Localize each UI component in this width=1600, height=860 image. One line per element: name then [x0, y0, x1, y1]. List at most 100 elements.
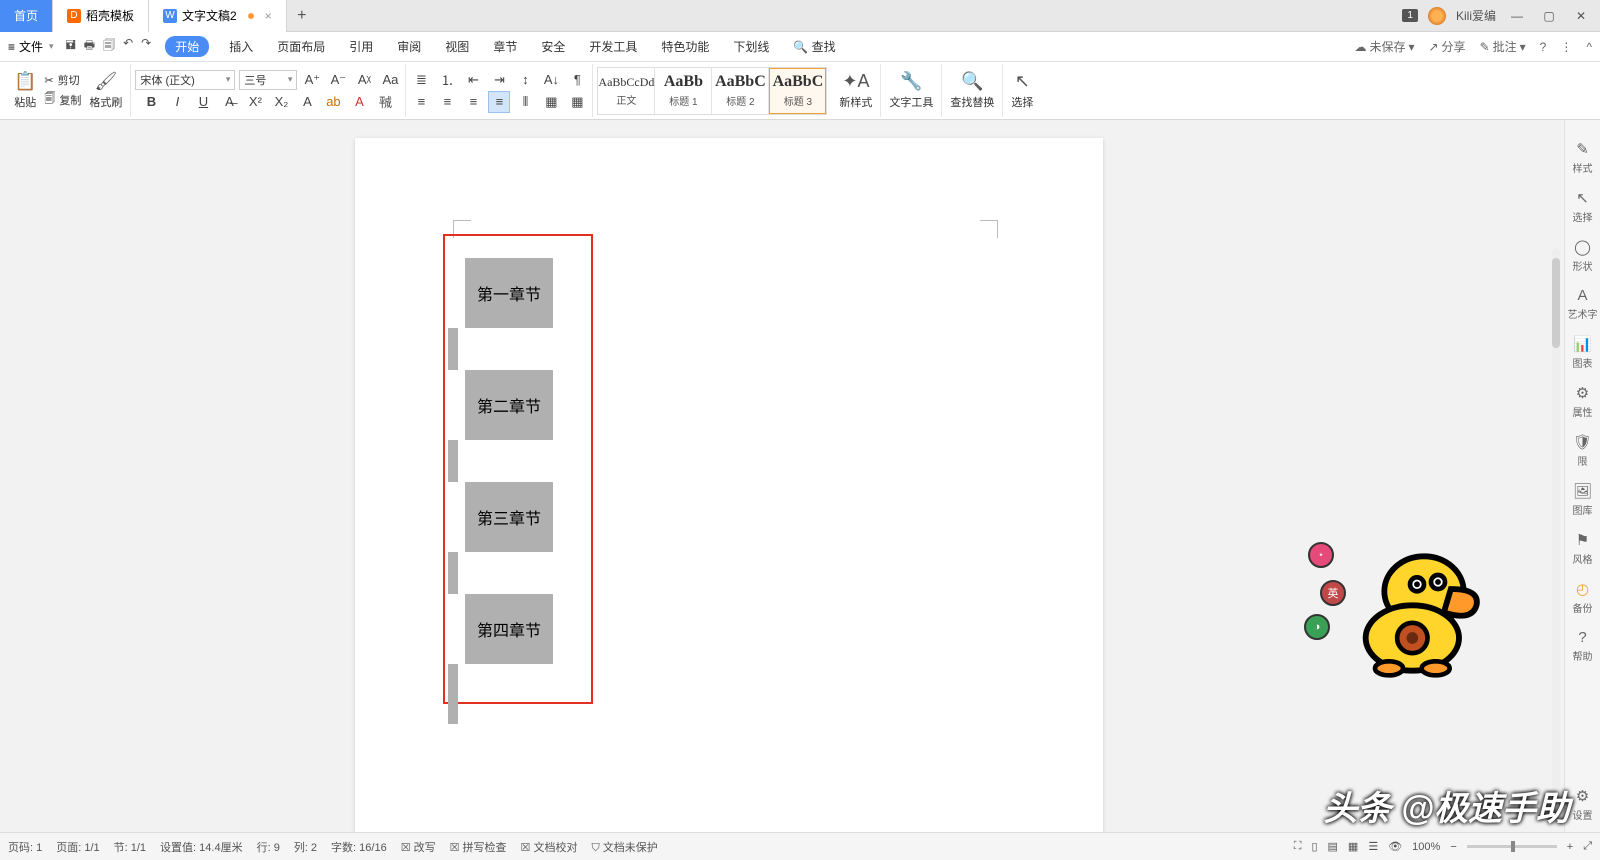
tab-search[interactable]: 🔍 查找 — [789, 36, 839, 57]
tab-home[interactable]: 首页 — [0, 0, 53, 32]
style-h2[interactable]: AaBbC标题 2 — [712, 68, 769, 114]
style-gallery[interactable]: AaBbCcDd正文 AaBb标题 1 AaBbC标题 2 AaBbC标题 3 — [597, 67, 827, 115]
help-icon[interactable]: ? — [1540, 40, 1547, 54]
change-case-button[interactable]: Aa — [379, 69, 401, 91]
align-justify-button[interactable]: ≡ — [488, 91, 510, 113]
find-replace-button[interactable]: 🔍查找替换 — [946, 69, 998, 112]
status-spell[interactable]: ☒ 拼写检查 — [450, 839, 507, 855]
side-help[interactable]: ?帮助 — [1573, 629, 1593, 663]
text-effects-button[interactable]: A — [296, 91, 318, 113]
outline-mode-icon[interactable]: ☰ — [1368, 840, 1378, 853]
sort-button[interactable]: A↓ — [540, 69, 562, 91]
zoom-out-button[interactable]: − — [1450, 841, 1456, 853]
document-canvas[interactable]: 第一章节 第二章节 第三章节 第四章节 ﹡ 英 ◑ — [0, 120, 1600, 832]
side-style[interactable]: ✎样式 — [1573, 140, 1593, 175]
side-settings[interactable]: ⚙设置 — [1573, 787, 1593, 822]
subscript-button[interactable]: X₂ — [270, 91, 292, 113]
page[interactable]: 第一章节 第二章节 第三章节 第四章节 — [355, 138, 1103, 832]
tab-insert[interactable]: 插入 — [225, 36, 257, 57]
tab-security[interactable]: 安全 — [537, 36, 569, 57]
ime-bubble-1[interactable]: ﹡ — [1308, 542, 1334, 568]
tab-start[interactable]: 开始 — [165, 36, 209, 57]
side-select[interactable]: ↖选择 — [1573, 189, 1593, 224]
maximize-button[interactable]: ▢ — [1538, 5, 1560, 27]
cut-button[interactable]: ✂ 剪切 — [44, 72, 81, 88]
border-button[interactable]: ▦ — [566, 91, 588, 113]
zoom-in-button[interactable]: + — [1567, 841, 1573, 853]
new-style-button[interactable]: ✦A新样式 — [835, 69, 876, 112]
highlight-button[interactable]: ab — [322, 91, 344, 113]
underline-button[interactable]: U — [192, 91, 214, 113]
strike-button[interactable]: A̶ — [218, 91, 240, 113]
status-col[interactable]: 列: 2 — [294, 839, 317, 855]
eye-icon[interactable]: 👁 — [1388, 840, 1402, 853]
tab-features[interactable]: 特色功能 — [657, 36, 713, 57]
status-protect[interactable]: ⛉ 文档未保护 — [591, 839, 657, 855]
tab-devtools[interactable]: 开发工具 — [585, 36, 641, 57]
tab-docell[interactable]: D 稻壳模板 — [53, 0, 149, 32]
distribute-button[interactable]: ⫴ — [514, 91, 536, 113]
superscript-button[interactable]: X² — [244, 91, 266, 113]
read-mode-icon[interactable]: ▯ — [1311, 840, 1317, 853]
clear-format-button[interactable]: Aᵡ — [353, 69, 375, 91]
status-page[interactable]: 页码: 1 — [8, 839, 42, 855]
indent-button[interactable]: ⇥ — [488, 69, 510, 91]
text-tools-button[interactable]: 🔧文字工具 — [885, 69, 937, 112]
phonetic-button[interactable]: ㍻ — [374, 91, 396, 113]
tab-underline[interactable]: 下划线 — [729, 36, 773, 57]
font-color-button[interactable]: A — [348, 91, 370, 113]
status-section[interactable]: 节: 1/1 — [114, 839, 146, 855]
side-style2[interactable]: ⚑风格 — [1573, 531, 1593, 566]
new-tab-button[interactable]: + — [287, 7, 317, 25]
minimize-button[interactable]: — — [1506, 5, 1528, 27]
print-icon[interactable]: 🖶 — [84, 36, 95, 57]
style-h1[interactable]: AaBb标题 1 — [655, 68, 712, 114]
bullets-button[interactable]: ≣ — [410, 69, 432, 91]
tab-pagelayout[interactable]: 页面布局 — [273, 36, 329, 57]
close-button[interactable]: ✕ — [1570, 5, 1592, 27]
page-mode-icon[interactable]: ▤ — [1328, 840, 1338, 853]
show-marks-button[interactable]: ¶ — [566, 69, 588, 91]
status-overwrite[interactable]: ☒ 改写 — [401, 839, 436, 855]
ime-bubble-3[interactable]: ◑ — [1304, 614, 1330, 640]
chapter-2[interactable]: 第二章节 — [465, 370, 553, 440]
collapse-ribbon-icon[interactable]: ^ — [1586, 40, 1592, 54]
paste-button[interactable]: 📋粘贴 — [10, 69, 40, 112]
style-h3[interactable]: AaBbC标题 3 — [769, 68, 826, 114]
shrink-font-button[interactable]: A⁻ — [327, 69, 349, 91]
fit-button[interactable]: ⤢ — [1583, 840, 1592, 853]
line-spacing-button[interactable]: ↕ — [514, 69, 536, 91]
chapter-1[interactable]: 第一章节 — [465, 258, 553, 328]
style-normal[interactable]: AaBbCcDd正文 — [598, 68, 655, 114]
status-pages[interactable]: 页面: 1/1 — [56, 839, 99, 855]
side-wordart[interactable]: A艺术字 — [1568, 287, 1598, 321]
side-gallery[interactable]: 🖼图库 — [1573, 482, 1593, 517]
tab-refs[interactable]: 引用 — [345, 36, 377, 57]
shading-button[interactable]: ▦ — [540, 91, 562, 113]
scroll-thumb[interactable] — [1552, 258, 1560, 348]
side-limit[interactable]: 🛡限 — [1573, 433, 1592, 468]
status-proof[interactable]: ☒ 文档校对 — [521, 839, 578, 855]
side-backup[interactable]: ◴备份 — [1573, 580, 1593, 615]
status-row[interactable]: 行: 9 — [257, 839, 280, 855]
font-select[interactable]: 宋体 (正文)▾ — [135, 70, 235, 90]
format-painter-button[interactable]: 🖌格式刷 — [85, 69, 126, 112]
zoom-slider[interactable] — [1467, 845, 1557, 848]
copy-button[interactable]: 🗐 复制 — [44, 90, 81, 109]
zoom-level[interactable]: 100% — [1412, 841, 1440, 853]
focus-mode-icon[interactable]: ⛶ — [1294, 840, 1302, 853]
numbering-button[interactable]: ⒈ — [436, 69, 458, 91]
avatar[interactable] — [1428, 7, 1446, 25]
side-props[interactable]: ⚙属性 — [1573, 384, 1593, 419]
comment-button[interactable]: ✎ 批注 ▾ — [1480, 38, 1526, 55]
more-icon[interactable]: ⋮ — [1560, 40, 1572, 54]
zoom-thumb[interactable] — [1511, 841, 1515, 852]
close-icon[interactable]: × — [265, 9, 272, 23]
unsaved-button[interactable]: ☁ 未保存 ▾ — [1354, 38, 1414, 55]
align-right-button[interactable]: ≡ — [462, 91, 484, 113]
tab-view[interactable]: 视图 — [441, 36, 473, 57]
side-shape[interactable]: ◯形状 — [1573, 238, 1593, 273]
select-button[interactable]: ↖选择 — [1007, 69, 1037, 112]
outdent-button[interactable]: ⇤ — [462, 69, 484, 91]
side-chart[interactable]: 📊图表 — [1573, 335, 1593, 370]
